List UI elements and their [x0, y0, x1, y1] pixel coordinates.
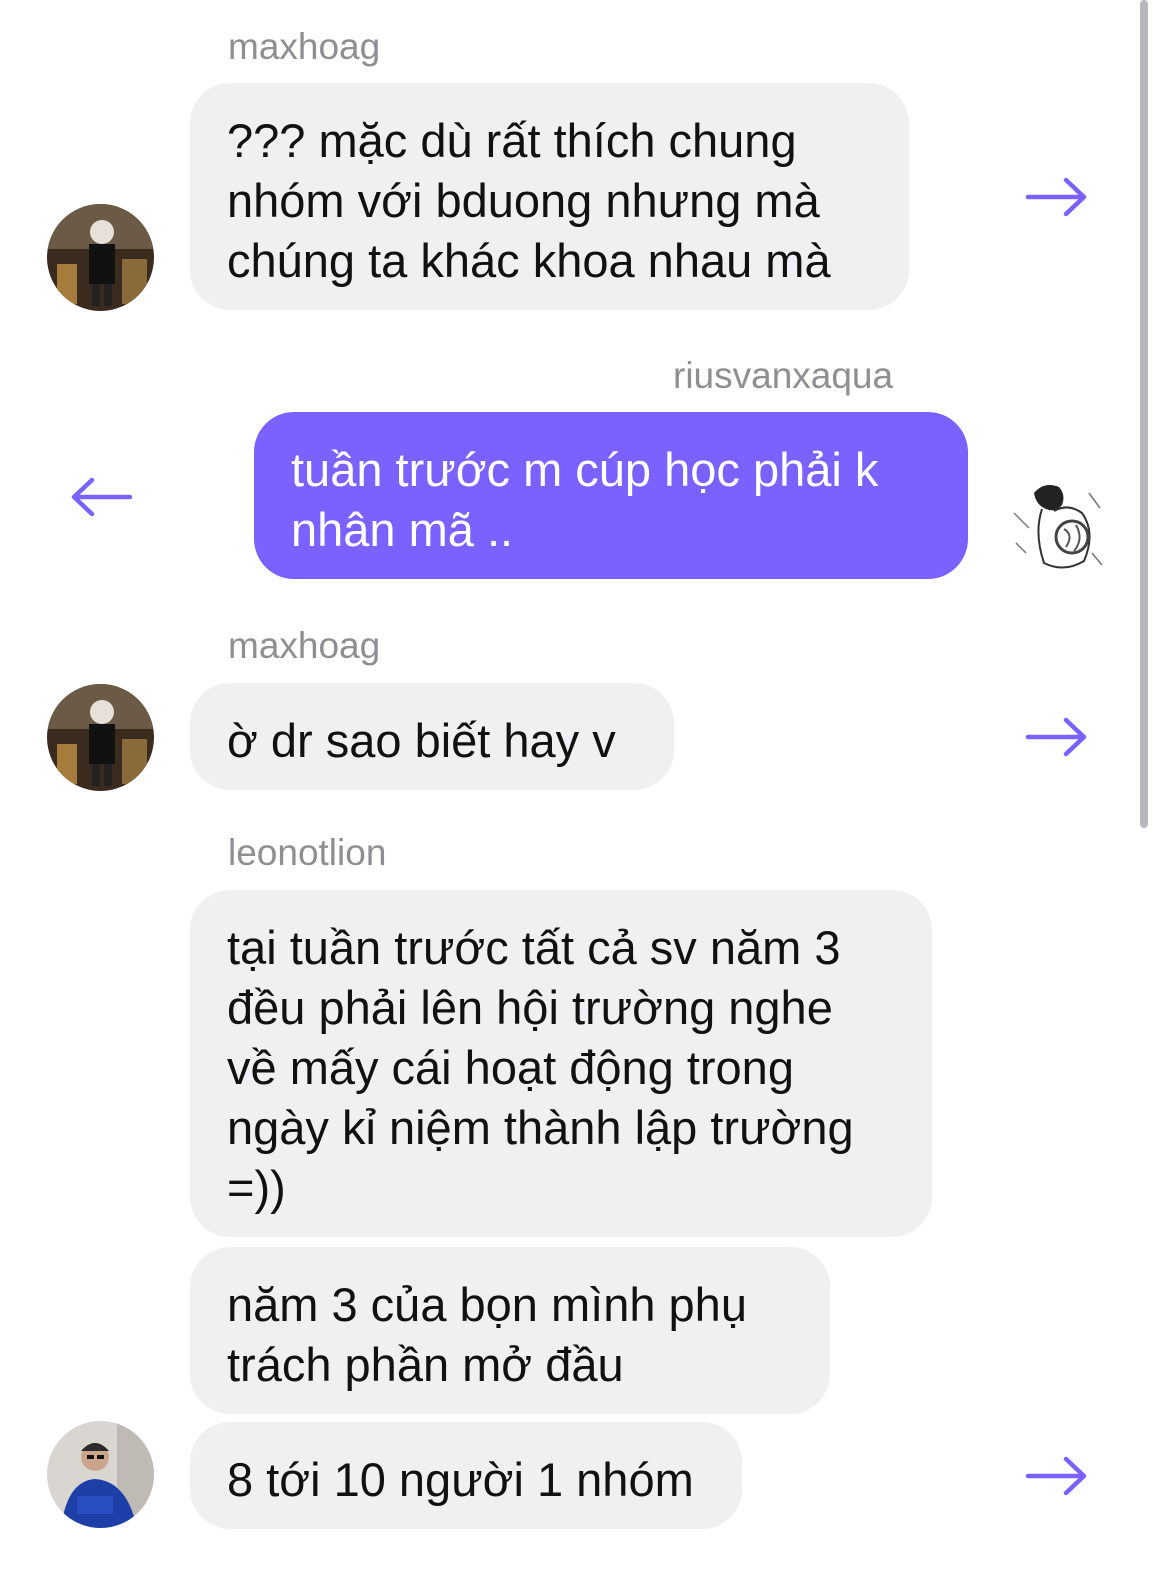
arrow-right-icon[interactable]	[1025, 717, 1089, 757]
arrow-right-icon[interactable]	[1025, 177, 1089, 217]
avatar-maxhoag[interactable]	[47, 204, 154, 311]
message-line: năm 3 của bọn mình phụ	[227, 1278, 747, 1331]
message-line: 8 tới 10 người 1 nhóm	[227, 1453, 694, 1506]
message-bubble-incoming[interactable]: tại tuần trước tất cả sv năm 3 đều phải …	[190, 890, 932, 1237]
message-bubble-incoming[interactable]: ??? mặc dù rất thích chung nhóm với bduo…	[190, 83, 909, 310]
sender-name: riusvanxaqua	[673, 355, 894, 396]
message-line: về mấy cái hoạt động trong	[227, 1041, 794, 1094]
message-bubble-incoming[interactable]: 8 tới 10 người 1 nhóm	[190, 1422, 742, 1529]
arrow-right-icon[interactable]	[1025, 1456, 1089, 1496]
message-line: nhóm với bduong nhưng mà	[227, 174, 820, 227]
avatar-riusvanxaqua[interactable]	[1004, 473, 1111, 580]
arrow-left-icon[interactable]	[69, 477, 133, 517]
message-line: nhân mã ..	[291, 503, 514, 556]
sender-name: leonotlion	[228, 832, 387, 873]
sender-name: maxhoag	[228, 26, 381, 67]
message-bubble-incoming[interactable]: năm 3 của bọn mình phụ trách phần mở đầu	[190, 1247, 830, 1414]
message-line: chúng ta khác khoa nhau mà	[227, 234, 831, 287]
avatar-leonotlion[interactable]	[47, 1421, 154, 1528]
message-line: tại tuần trước tất cả sv năm 3	[227, 921, 841, 974]
message-line: =))	[227, 1161, 286, 1214]
scrollbar[interactable]	[1140, 0, 1148, 828]
message-line: trách phần mở đầu	[227, 1338, 624, 1391]
sender-name: maxhoag	[228, 625, 381, 666]
message-line: đều phải lên hội trường nghe	[227, 981, 833, 1034]
message-line: tuần trước m cúp học phải k	[291, 443, 879, 496]
message-bubble-incoming[interactable]: ờ dr sao biết hay v	[190, 683, 674, 790]
message-line: ngày kỉ niệm thành lập trường	[227, 1101, 854, 1154]
message-line: ờ dr sao biết hay v	[227, 714, 616, 767]
message-line: ??? mặc dù rất thích chung	[227, 114, 797, 167]
avatar-maxhoag[interactable]	[47, 684, 154, 791]
message-bubble-outgoing[interactable]: tuần trước m cúp học phải k nhân mã ..	[254, 412, 968, 579]
